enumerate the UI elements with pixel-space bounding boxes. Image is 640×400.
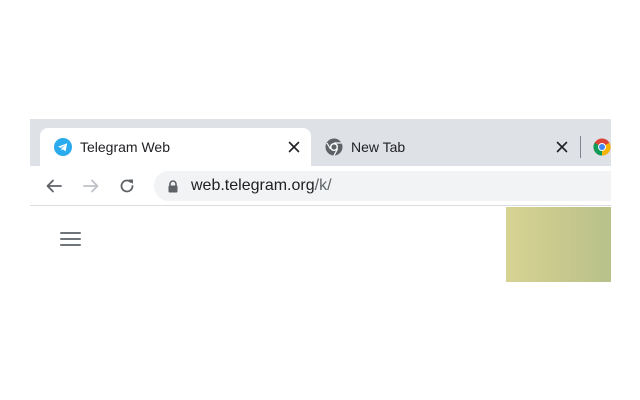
tab-separator bbox=[580, 136, 581, 158]
telegram-icon bbox=[54, 138, 72, 161]
url-path: /k/ bbox=[314, 177, 332, 194]
tab-title: Telegram Web bbox=[80, 139, 171, 155]
tab-new-tab[interactable]: New Tab bbox=[313, 128, 577, 166]
address-bar[interactable]: web.telegram.org/k/ bbox=[154, 171, 611, 201]
lock-icon[interactable] bbox=[167, 180, 179, 198]
close-tab-icon[interactable] bbox=[554, 139, 570, 155]
tab-telegram-web[interactable]: Telegram Web bbox=[40, 128, 311, 166]
arrow-right-icon[interactable] bbox=[81, 176, 101, 196]
tab-title: New Tab bbox=[351, 139, 406, 155]
url-text: web.telegram.org/k/ bbox=[191, 177, 332, 195]
chrome-newtab-icon bbox=[325, 138, 343, 161]
chrome-icon[interactable] bbox=[593, 138, 611, 161]
browser-window: Telegram Web New Tab web.telegram.org/k/ bbox=[30, 119, 611, 282]
chat-background bbox=[506, 207, 611, 282]
url-host: web.telegram.org bbox=[191, 177, 315, 194]
page-content bbox=[30, 207, 611, 282]
tab-strip: Telegram Web New Tab bbox=[30, 119, 611, 166]
arrow-left-icon[interactable] bbox=[44, 176, 64, 196]
toolbar: web.telegram.org/k/ bbox=[30, 166, 611, 206]
reload-icon[interactable] bbox=[117, 176, 137, 196]
close-tab-icon[interactable] bbox=[286, 139, 302, 155]
hamburger-menu-icon[interactable] bbox=[60, 232, 82, 248]
